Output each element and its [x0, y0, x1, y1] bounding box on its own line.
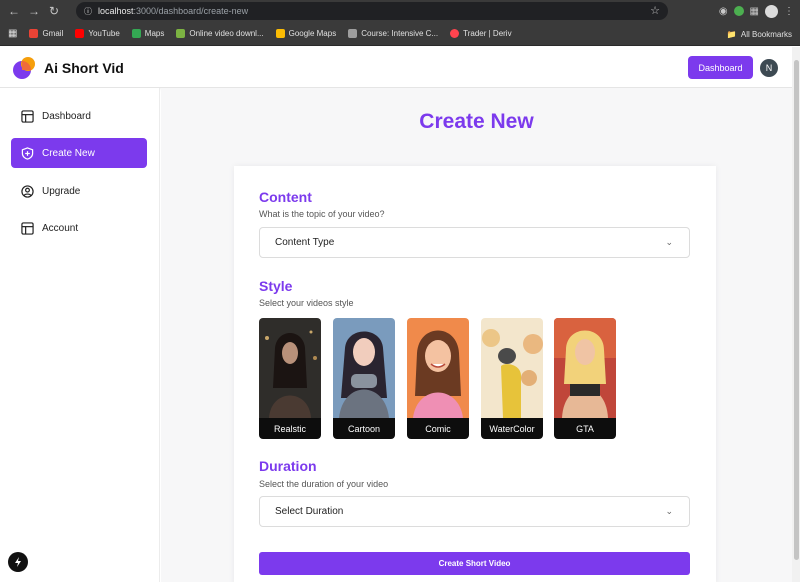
gta-style-image — [554, 318, 616, 418]
url-host: localhost — [98, 6, 134, 16]
style-option-comic[interactable]: Comic — [407, 318, 469, 439]
style-option-label: Realstic — [259, 418, 321, 439]
style-option-label: Cartoon — [333, 418, 395, 439]
user-circle-icon — [20, 184, 34, 198]
bookmark-google-maps[interactable]: Google Maps — [275, 29, 336, 38]
chevron-down-icon: ⌄ — [665, 506, 673, 516]
bookmark-video-downloader[interactable]: Online video downl... — [176, 29, 264, 38]
sidebar-item-create-new[interactable]: Create New — [11, 138, 147, 168]
gmail-icon — [29, 29, 39, 38]
browser-extensions: ◉ ▦ ⋮ — [719, 0, 800, 22]
duration-select[interactable]: Select Duration ⌄ — [259, 496, 690, 527]
reload-icon[interactable]: ↻ — [44, 1, 64, 21]
content-type-value: Content Type — [275, 237, 335, 248]
watercolor-style-image — [481, 318, 543, 418]
all-bookmarks[interactable]: 📁 All Bookmarks — [727, 22, 792, 46]
maps-icon — [131, 29, 141, 38]
bolt-icon — [15, 557, 21, 567]
style-option-watercolor[interactable]: WaterColor — [481, 318, 543, 439]
puzzle-icon[interactable]: ▦ — [750, 6, 759, 17]
duration-value: Select Duration — [275, 506, 344, 517]
scrollbar-thumb[interactable] — [794, 60, 799, 560]
sidebar-item-upgrade[interactable]: Upgrade — [11, 176, 147, 206]
download-icon — [176, 29, 186, 38]
folder-icon: 📁 — [726, 29, 737, 39]
page-title: Create New — [419, 110, 534, 133]
sidebar-item-label: Create New — [42, 147, 95, 159]
sidebar-item-dashboard[interactable]: Dashboard — [11, 101, 147, 131]
apps-grid-icon[interactable]: ▦ — [8, 28, 17, 39]
more-menu-icon[interactable]: ⋮ — [784, 6, 794, 17]
comic-style-image — [407, 318, 469, 418]
chevron-down-icon: ⌄ — [665, 237, 673, 247]
style-option-cartoon[interactable]: Cartoon — [333, 318, 395, 439]
style-section-title: Style — [259, 278, 293, 294]
duration-section-subtitle: Select the duration of your video — [259, 479, 389, 489]
youtube-icon — [75, 29, 85, 38]
nextjs-dev-badge[interactable] — [8, 552, 28, 572]
sidebar: Dashboard Create New Upgrade Account — [0, 88, 160, 582]
cartoon-style-image — [333, 318, 395, 418]
sidebar-item-label: Upgrade — [42, 185, 81, 197]
style-option-label: WaterColor — [481, 418, 543, 439]
style-option-gta[interactable]: GTA — [554, 318, 616, 439]
shield-plus-icon — [20, 146, 34, 160]
sidebar-item-label: Dashboard — [42, 110, 91, 122]
forward-icon[interactable]: → — [24, 1, 44, 21]
create-short-video-button[interactable]: Create Short Video — [259, 552, 690, 575]
style-option-label: Comic — [407, 418, 469, 439]
dashboard-button[interactable]: Dashboard — [688, 56, 753, 79]
logo-icon — [13, 57, 35, 79]
layout-icon — [20, 221, 34, 235]
app-title: Ai Short Vid — [44, 60, 124, 76]
sidebar-item-account[interactable]: Account — [11, 213, 147, 243]
style-option-label: GTA — [554, 418, 616, 439]
style-section-subtitle: Select your videos style — [259, 298, 354, 308]
bookmark-deriv[interactable]: Trader | Deriv — [450, 29, 512, 38]
page-icon — [348, 29, 358, 38]
bookmarks-bar: ▦ Gmail YouTube Maps Online video downl.… — [0, 22, 800, 46]
address-bar[interactable]: ⓘ localhost:3000/dashboard/create-new ☆ — [76, 2, 668, 20]
site-info-icon[interactable]: ⓘ — [84, 6, 92, 17]
layout-icon — [20, 109, 34, 123]
content-type-select[interactable]: Content Type ⌄ — [259, 227, 690, 258]
style-option-realistic[interactable]: Realstic — [259, 318, 321, 439]
profile-icon[interactable] — [765, 4, 778, 18]
avatar[interactable]: N — [760, 59, 778, 77]
star-icon[interactable]: ☆ — [650, 4, 660, 17]
back-icon[interactable]: ← — [4, 1, 24, 21]
bookmark-course[interactable]: Course: Intensive C... — [348, 29, 438, 38]
duration-section-title: Duration — [259, 458, 317, 474]
bookmark-maps[interactable]: Maps — [131, 29, 164, 38]
content-section-subtitle: What is the topic of your video? — [259, 209, 385, 219]
extension-icon[interactable] — [733, 6, 744, 16]
url-path: :3000/dashboard/create-new — [133, 6, 249, 16]
app-header: Ai Short Vid — [0, 47, 792, 88]
cast-icon[interactable]: ◉ — [719, 6, 728, 17]
maps-icon — [275, 29, 285, 38]
sidebar-item-label: Account — [42, 222, 79, 234]
deriv-icon — [450, 29, 460, 38]
bookmark-gmail[interactable]: Gmail — [29, 29, 63, 38]
bookmark-youtube[interactable]: YouTube — [75, 29, 120, 38]
content-section-title: Content — [259, 189, 312, 205]
realistic-style-image — [259, 318, 321, 418]
